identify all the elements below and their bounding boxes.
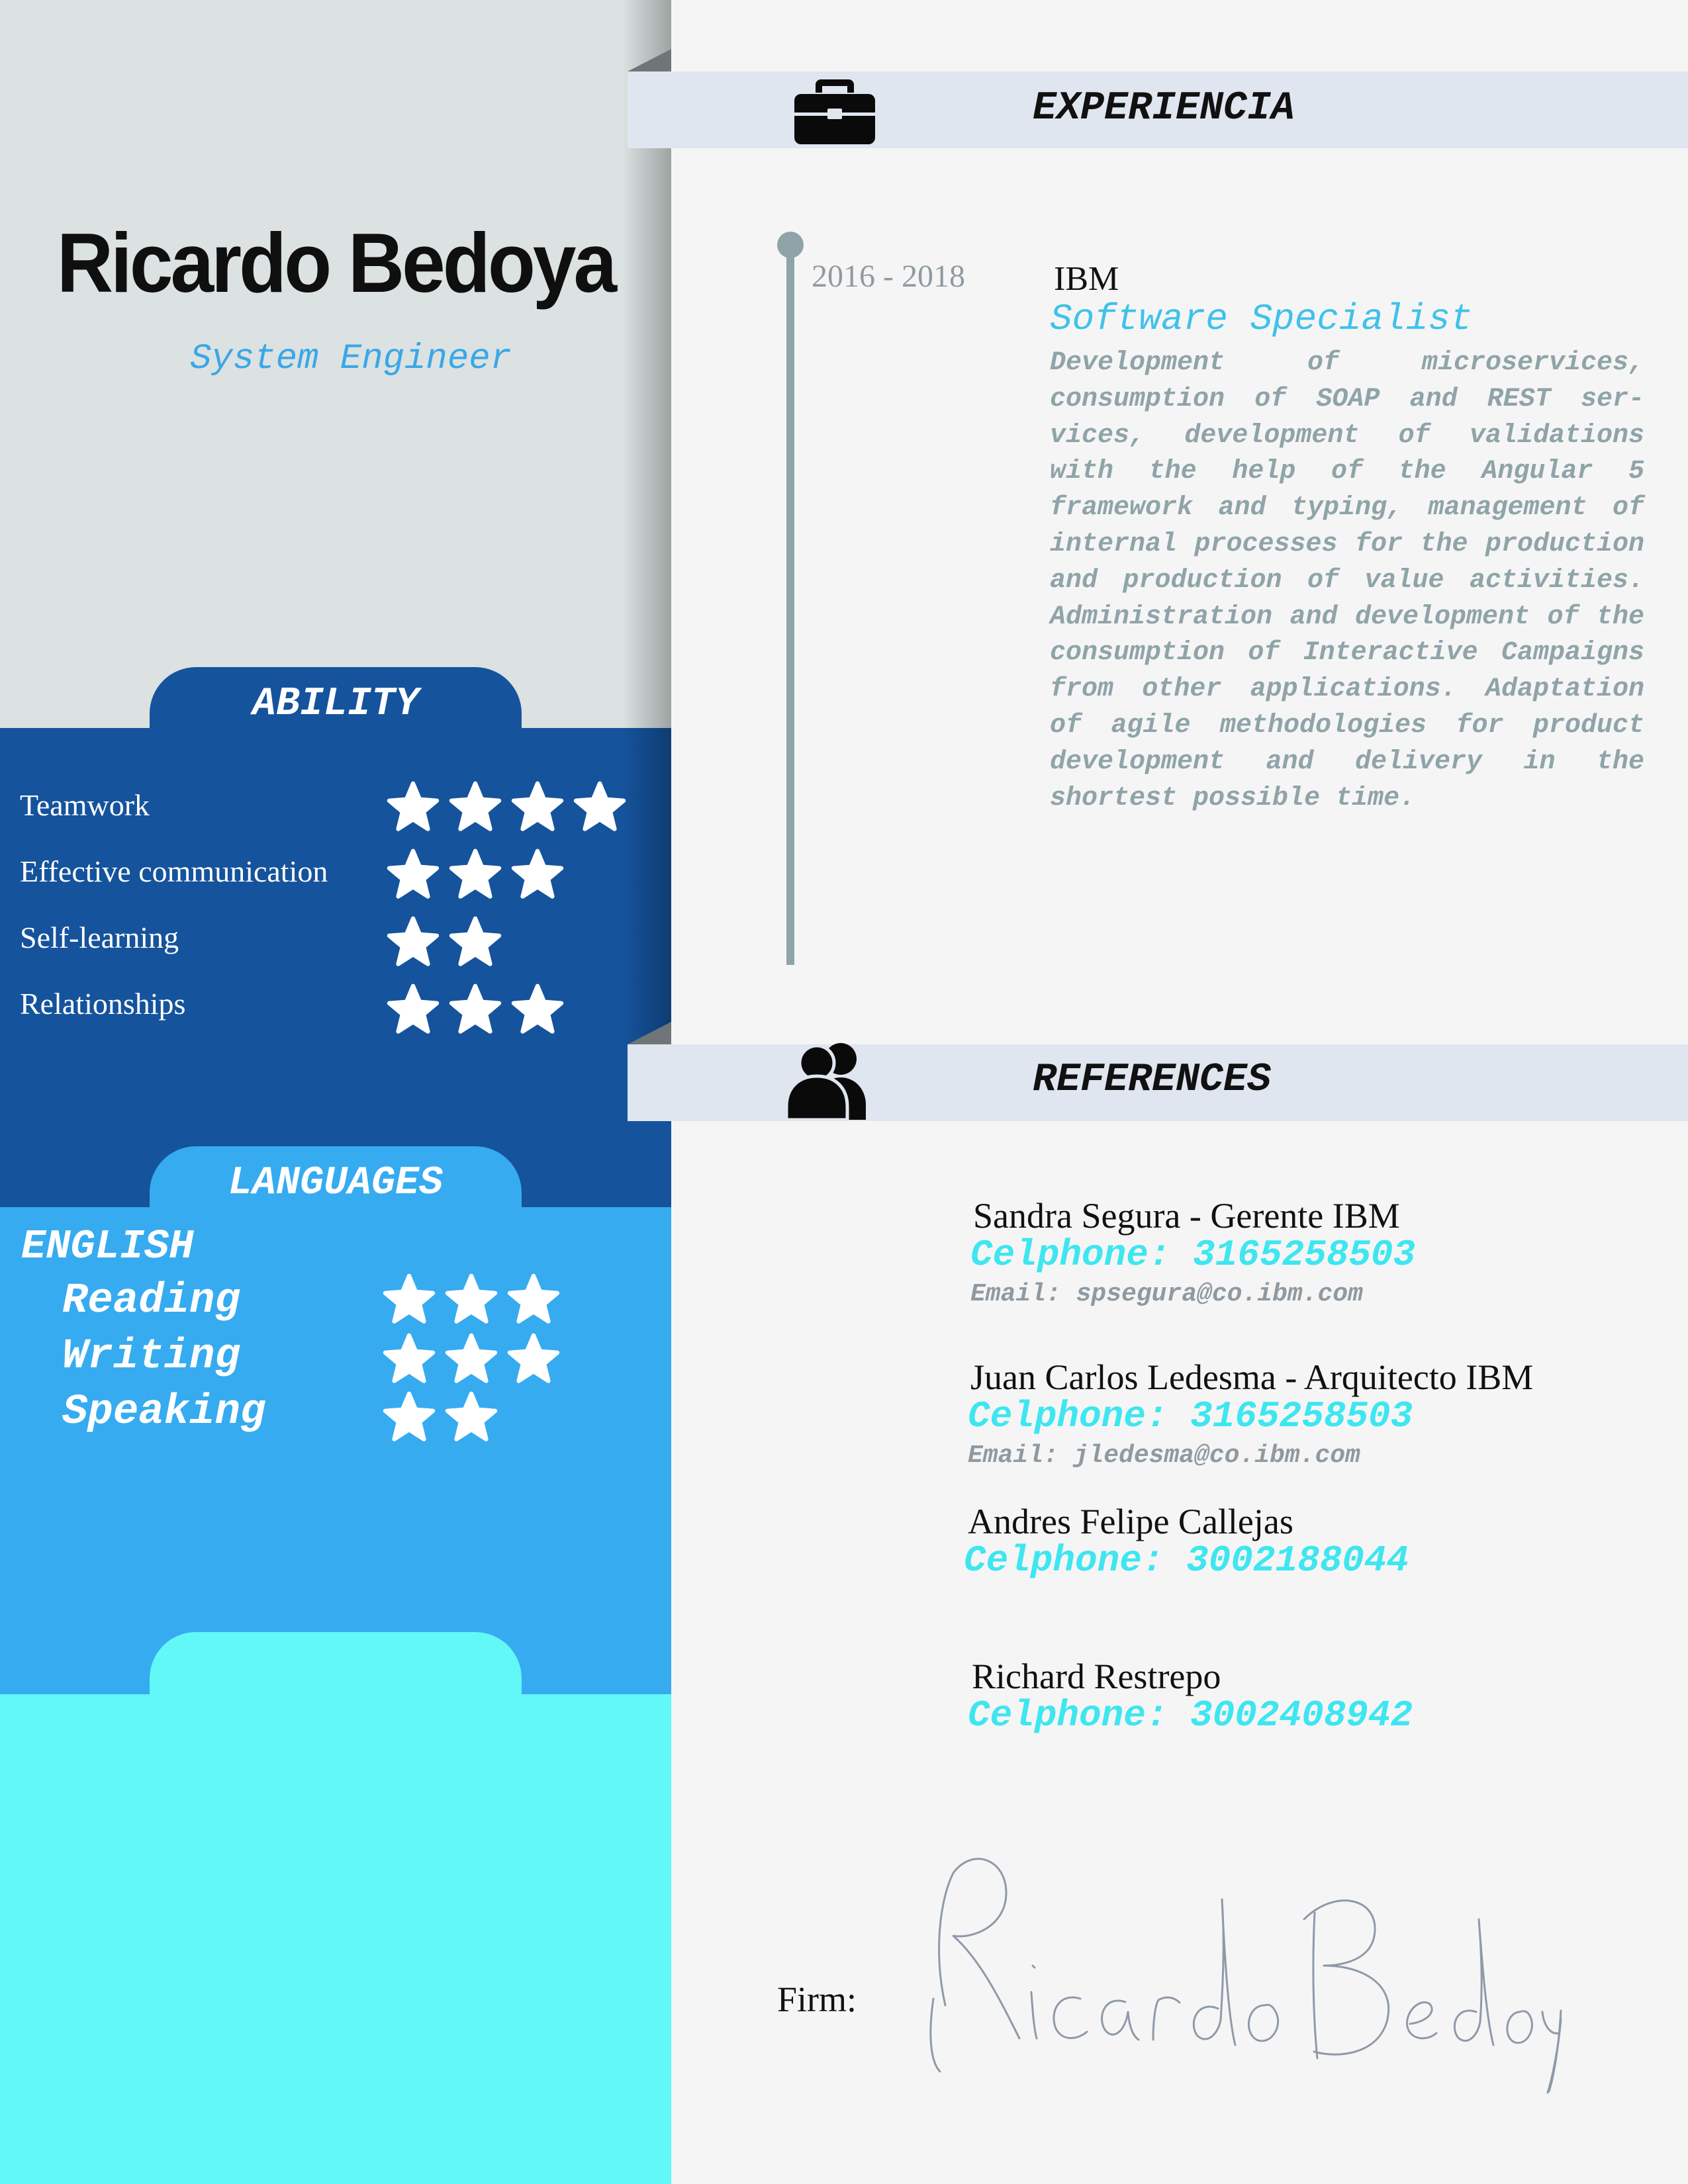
- reference-phone-4: Celphone: 3002408942: [968, 1694, 1413, 1737]
- language-label-reading: Reading: [62, 1277, 240, 1325]
- language-stars-reading: [383, 1273, 560, 1325]
- profile-name: Ricardo Bedoya: [56, 216, 617, 311]
- references-title: REFERENCES: [1033, 1058, 1272, 1103]
- ability-stars-self-learning: [387, 916, 502, 968]
- reference-name-2: Juan Carlos Ledesma - Arquitecto IBM: [970, 1357, 1534, 1397]
- experience-title: EXPERIENCIA: [1033, 86, 1295, 131]
- reference-phone-1: Celphone: 3165258503: [970, 1234, 1416, 1276]
- experience-years: 2016 - 2018: [812, 259, 965, 294]
- reference-name-1: Sandra Segura - Gerente IBM: [973, 1196, 1400, 1236]
- star-icon: [449, 916, 502, 966]
- ability-stars-communication: [387, 848, 564, 900]
- star-icon: [449, 848, 502, 899]
- star-icon: [387, 916, 440, 966]
- ability-label-communication: Effective communication: [20, 854, 328, 888]
- signature-label: Firm:: [777, 1979, 857, 2019]
- star-icon: [383, 1333, 436, 1383]
- reference-email-1: Email: spsegura@co.ibm.com: [970, 1280, 1363, 1308]
- reference-phone-3: Celphone: 3002188044: [964, 1539, 1409, 1582]
- language-label-speaking: Speaking: [62, 1388, 266, 1436]
- experience-position: Software Specialist: [1050, 298, 1473, 340]
- ability-label-teamwork: Teamwork: [20, 788, 150, 822]
- star-icon: [449, 983, 502, 1034]
- column-shadow: [622, 0, 671, 1046]
- language-stars-writing: [383, 1333, 560, 1385]
- signature-image: [929, 1858, 1562, 2094]
- star-icon: [387, 983, 440, 1034]
- timeline-line: [786, 244, 794, 965]
- language-label-writing: Writing: [62, 1333, 240, 1381]
- star-icon: [511, 848, 564, 899]
- star-icon: [387, 781, 440, 831]
- star-icon: [445, 1391, 498, 1441]
- people-icon: [784, 1043, 866, 1121]
- ability-title: ABILITY: [252, 682, 420, 727]
- star-icon: [511, 983, 564, 1034]
- timeline-dot: [777, 232, 804, 258]
- reference-name-3: Andres Felipe Callejas: [968, 1502, 1293, 1541]
- star-icon: [387, 848, 440, 899]
- ability-stars-teamwork: [387, 781, 626, 833]
- star-icon: [383, 1273, 436, 1324]
- profile-role: System Engineer: [189, 339, 512, 379]
- star-icon: [445, 1273, 498, 1324]
- language-name: ENGLISH: [21, 1223, 194, 1270]
- star-icon: [445, 1333, 498, 1383]
- star-icon: [383, 1391, 436, 1441]
- ability-label-self-learning: Self-learning: [20, 921, 179, 954]
- star-icon: [449, 781, 502, 831]
- ability-label-relationships: Relationships: [20, 987, 186, 1021]
- reference-name-4: Richard Restrepo: [972, 1657, 1221, 1696]
- bottom-tab: [150, 1632, 522, 1711]
- star-icon: [507, 1273, 560, 1324]
- languages-tab: LANGUAGES: [150, 1146, 522, 1226]
- bottom-panel: [0, 1694, 671, 2184]
- language-stars-speaking: [383, 1391, 498, 1443]
- briefcase-icon: [794, 79, 875, 144]
- reference-phone-2: Celphone: 3165258503: [968, 1395, 1413, 1437]
- ability-tab: ABILITY: [150, 667, 522, 747]
- experience-company: IBM: [1054, 260, 1119, 298]
- star-icon: [511, 781, 564, 831]
- star-icon: [573, 781, 626, 831]
- experience-description: Development of microservices, consumptio…: [1050, 348, 1644, 813]
- languages-title: LANGUAGES: [228, 1161, 444, 1206]
- ability-stars-relationships: [387, 983, 564, 1035]
- reference-email-2: Email: jledesma@co.ibm.com: [968, 1441, 1360, 1470]
- star-icon: [507, 1333, 560, 1383]
